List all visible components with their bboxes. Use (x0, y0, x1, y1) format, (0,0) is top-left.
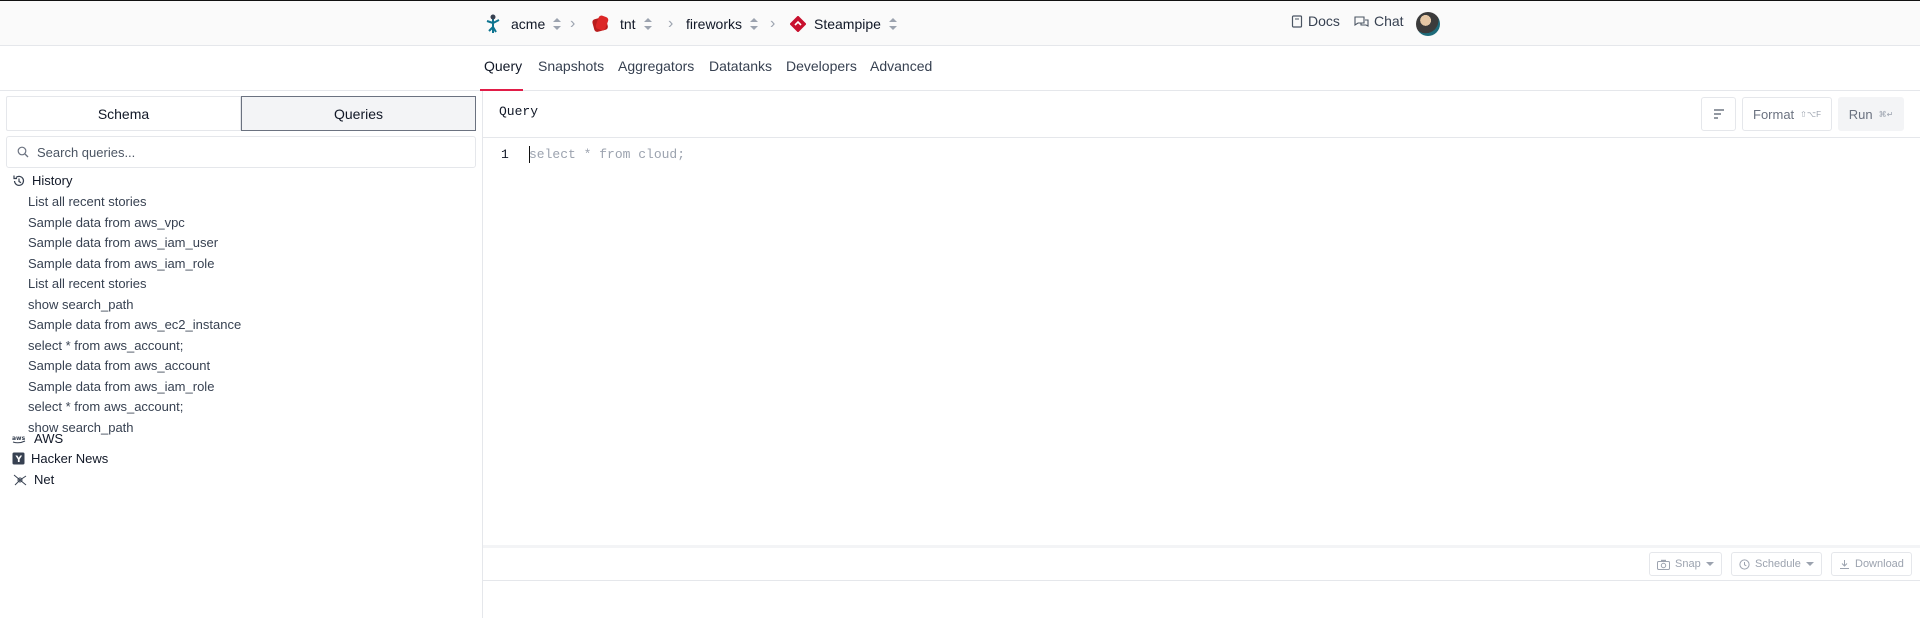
history-item[interactable]: Sample data from aws_vpc (28, 215, 185, 230)
align-left-icon (1713, 109, 1724, 119)
format-shortcut: ⇧⌥F (1800, 109, 1821, 119)
avatar[interactable] (1416, 12, 1440, 36)
snap-label: Snap (1675, 558, 1701, 570)
history-label: History (32, 173, 73, 188)
download-label: Download (1855, 558, 1904, 570)
acme-logo-icon (486, 14, 500, 33)
tab-aggregators[interactable]: Aggregators (618, 58, 694, 74)
chevron-right-icon: › (570, 15, 576, 32)
editor-placeholder: select * from cloud; (529, 147, 686, 162)
tnt-logo-icon (592, 15, 609, 32)
chat-link[interactable]: Chat (1354, 13, 1404, 29)
chevron-down-icon (1705, 562, 1714, 566)
switcher-icon (553, 17, 562, 31)
camera-icon (1657, 559, 1670, 570)
history-item[interactable]: List all recent stories (28, 276, 147, 291)
breadcrumb-label: Steampipe (814, 16, 881, 32)
results-panel: Snap Schedule Download (483, 545, 1920, 618)
breadcrumb-tnt[interactable]: tnt (590, 13, 652, 35)
query-title: Query (499, 104, 539, 119)
hacker-news-icon: Y (12, 452, 25, 465)
history-item[interactable]: select * from aws_account; (28, 399, 183, 414)
query-header: Query Format ⇧⌥F Run ⌘↵ (483, 91, 1920, 138)
svg-text:aws: aws (12, 435, 26, 442)
docs-link[interactable]: Docs (1291, 13, 1340, 29)
tab-datatanks[interactable]: Datatanks (709, 58, 772, 74)
tab-advanced[interactable]: Advanced (870, 58, 932, 74)
history-item[interactable]: Sample data from aws_iam_role (28, 379, 214, 394)
network-icon (13, 474, 27, 485)
tab-snapshots[interactable]: Snapshots (538, 58, 604, 74)
search-icon (17, 146, 29, 158)
breadcrumb-label: acme (511, 16, 546, 32)
download-button[interactable]: Download (1831, 552, 1912, 576)
chat-icon (1354, 15, 1369, 27)
tab-query[interactable]: Query (484, 58, 522, 74)
history-icon (13, 175, 25, 186)
svg-text:Y: Y (15, 455, 23, 465)
group-label: AWS (34, 431, 64, 446)
queries-tab[interactable]: Queries (241, 96, 476, 131)
top-bar: acme › tnt › fireworks › Steampipe Docs (0, 0, 1920, 46)
history-item[interactable]: Sample data from aws_ec2_instance (28, 317, 241, 332)
code-editor[interactable]: 1 select * from cloud; (483, 138, 1920, 538)
breadcrumb-acme[interactable]: acme (483, 13, 562, 35)
history-item[interactable]: Sample data from aws_iam_role (28, 256, 214, 271)
clock-icon (1739, 558, 1750, 570)
format-button[interactable]: Format ⇧⌥F (1742, 97, 1832, 131)
group-hacker-news[interactable]: Y Hacker News (12, 451, 108, 466)
line-number: 1 (501, 147, 509, 162)
sidebar: Schema Queries History List all recent s… (0, 91, 483, 618)
chat-label: Chat (1374, 13, 1404, 29)
search-box (6, 136, 476, 168)
query-editor-panel: Query Format ⇧⌥F Run ⌘↵ 1 select * from … (483, 91, 1920, 618)
history-group[interactable]: History (12, 173, 72, 188)
tab-developers[interactable]: Developers (786, 58, 857, 74)
switcher-icon (643, 17, 652, 31)
group-net[interactable]: Net (12, 472, 54, 487)
schema-tab[interactable]: Schema (6, 96, 241, 131)
format-label: Format (1753, 106, 1795, 122)
sidebar-segmented-control: Schema Queries (6, 96, 476, 131)
steampipe-logo-icon (790, 16, 806, 32)
chevron-down-icon (1805, 562, 1814, 566)
group-label: Hacker News (31, 451, 109, 466)
snap-button[interactable]: Snap (1649, 552, 1722, 576)
history-item[interactable]: select * from aws_account; (28, 338, 183, 353)
history-item[interactable]: Sample data from aws_account (28, 358, 210, 373)
breadcrumb-label: tnt (620, 16, 636, 32)
download-icon (1840, 559, 1849, 569)
history-item[interactable]: Sample data from aws_iam_user (28, 235, 218, 250)
aws-icon: aws (12, 435, 26, 443)
run-button[interactable]: Run ⌘↵ (1838, 97, 1904, 131)
chevron-right-icon: › (668, 15, 674, 32)
breadcrumb-fireworks[interactable]: fireworks (678, 13, 759, 35)
text-cursor (529, 146, 530, 163)
history-item[interactable]: show search_path (28, 297, 134, 312)
breadcrumb-steampipe[interactable]: Steampipe (790, 13, 897, 35)
run-label: Run (1848, 106, 1873, 122)
switcher-icon (750, 17, 759, 31)
group-aws[interactable]: aws AWS (12, 431, 63, 446)
results-toolbar: Snap Schedule Download (483, 548, 1920, 581)
schedule-label: Schedule (1755, 558, 1801, 570)
breadcrumb-label: fireworks (686, 16, 743, 32)
schedule-button[interactable]: Schedule (1731, 552, 1822, 576)
sort-button[interactable] (1701, 97, 1736, 131)
history-item[interactable]: List all recent stories (28, 194, 147, 209)
tab-bar: Query Snapshots Aggregators Datatanks De… (0, 46, 1920, 91)
group-label: Net (34, 472, 55, 487)
switcher-icon (888, 17, 897, 31)
search-input[interactable] (37, 144, 457, 160)
run-shortcut: ⌘↵ (1878, 109, 1894, 119)
chevron-right-icon: › (770, 15, 776, 32)
book-icon (1291, 14, 1303, 28)
docs-label: Docs (1308, 13, 1340, 29)
